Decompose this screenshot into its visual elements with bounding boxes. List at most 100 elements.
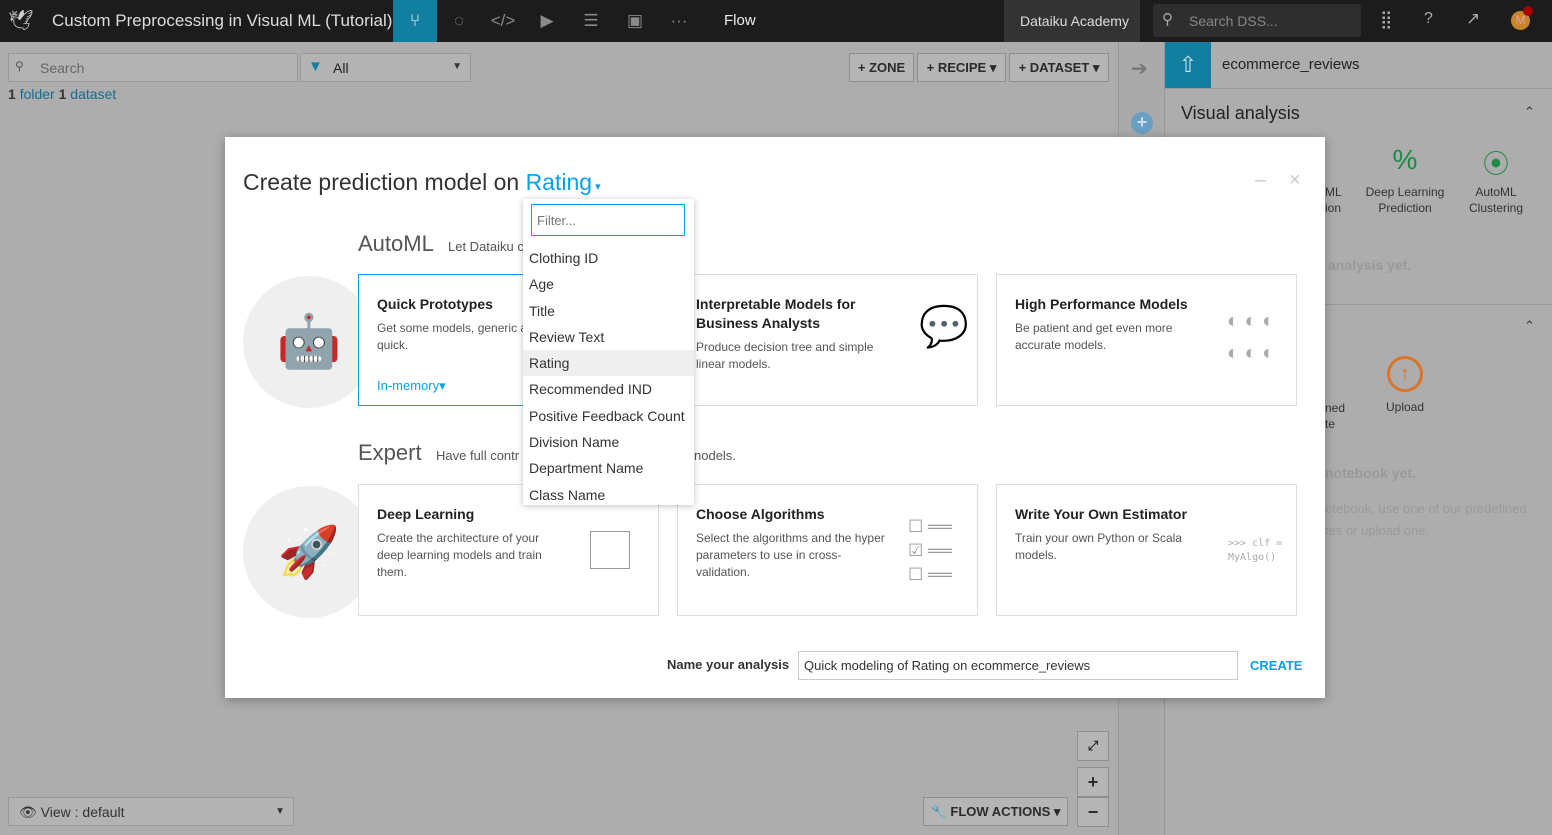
analysis-name-input[interactable] bbox=[798, 651, 1238, 680]
flow-filter-select[interactable]: ▼ All ▼ bbox=[300, 53, 471, 82]
fullscreen-button[interactable]: ⤢ bbox=[1077, 731, 1109, 761]
current-view-label: Flow bbox=[724, 12, 756, 29]
chevron-down-icon: ▼ bbox=[452, 61, 462, 72]
code-snippet: >>> clf = MyAlgo() bbox=[1228, 538, 1283, 563]
automl-illustration: 🤖 bbox=[243, 276, 375, 408]
ml-item-partial[interactable]: ML ion bbox=[1325, 184, 1342, 216]
folder-link[interactable]: folder bbox=[20, 86, 55, 102]
dataset-label: + DATASET bbox=[1018, 60, 1090, 75]
apps-grid-icon[interactable]: ⣿ bbox=[1380, 10, 1392, 30]
global-search-input[interactable]: Search DSS... bbox=[1153, 4, 1361, 37]
item-label: AutoML Clustering bbox=[1468, 185, 1524, 215]
automl-subtitle: Let Dataiku c bbox=[448, 239, 524, 254]
option-item[interactable]: Title bbox=[523, 298, 694, 324]
dataset-type-icon: ⇧ bbox=[1165, 42, 1211, 88]
panel-header-divider bbox=[1165, 88, 1552, 89]
search-icon: ⚲ bbox=[1162, 11, 1173, 28]
card-choose-algorithms[interactable]: Choose Algorithms Select the algorithms … bbox=[677, 484, 978, 616]
help-icon[interactable]: ? bbox=[1424, 10, 1433, 28]
option-item[interactable]: Positive Feedback Count bbox=[523, 403, 694, 429]
clustering-icon: ⦿ bbox=[1482, 149, 1509, 179]
dashboard-icon[interactable]: ▣ bbox=[613, 0, 657, 42]
target-dropdown: Clothing IDAgeTitleReview TextRatingReco… bbox=[523, 199, 694, 505]
no-notebook-text: notebook yet. bbox=[1325, 465, 1417, 481]
activity-icon[interactable]: ↗ bbox=[1466, 9, 1480, 29]
arrow-right-icon[interactable]: ➔ bbox=[1131, 56, 1148, 81]
predefined-item-partial[interactable]: ned te bbox=[1325, 400, 1345, 432]
notification-badge bbox=[1523, 6, 1533, 16]
search-placeholder: Search bbox=[40, 60, 85, 76]
card-write-estimator[interactable]: Write Your Own Estimator Train your own … bbox=[996, 484, 1297, 616]
option-item[interactable]: Department Name bbox=[523, 455, 694, 481]
zoom-out-button[interactable]: − bbox=[1077, 797, 1109, 827]
notebook-hint: otebook, use one of our predefined tes o… bbox=[1325, 501, 1527, 538]
card-title: Write Your Own Estimator bbox=[1015, 506, 1187, 522]
recipes-icon[interactable]: ◌ bbox=[437, 0, 481, 42]
expert-illustration: 🚀 bbox=[243, 486, 375, 618]
jobs-icon[interactable]: ☰ bbox=[569, 0, 613, 42]
engine-value: In-memory bbox=[377, 378, 440, 393]
dataiku-logo-icon[interactable]: 🕊 bbox=[8, 8, 33, 33]
chevron-up-icon[interactable]: ⌃ bbox=[1524, 318, 1535, 334]
automl-clustering-item[interactable]: ⦿ AutoML Clustering bbox=[1458, 144, 1534, 216]
target-select[interactable]: Rating ▾ bbox=[526, 169, 601, 195]
chevron-up-icon[interactable]: ⌃ bbox=[1524, 104, 1535, 120]
name-analysis-label: Name your analysis bbox=[667, 657, 790, 672]
caret-down-icon: ▾ bbox=[592, 181, 601, 193]
deep-learning-prediction-item[interactable]: % Deep Learning Prediction bbox=[1360, 144, 1450, 216]
run-icon[interactable]: ▶ bbox=[525, 0, 569, 42]
zoom-in-button[interactable]: + bbox=[1077, 767, 1109, 797]
target-value: Rating bbox=[525, 169, 593, 195]
item-label: Deep Learning Prediction bbox=[1365, 185, 1445, 215]
option-item[interactable]: Recommended IND bbox=[523, 376, 694, 402]
minimize-button[interactable]: – bbox=[1255, 169, 1266, 192]
dataset-count: 1 bbox=[58, 86, 67, 102]
flow-icon[interactable]: ⑂ bbox=[393, 0, 437, 42]
project-title[interactable]: Custom Preprocessing in Visual ML (Tutor… bbox=[52, 11, 392, 31]
engine-select[interactable]: In-memory▾ bbox=[377, 378, 446, 394]
card-high-performance[interactable]: High Performance Models Be patient and g… bbox=[996, 274, 1297, 406]
upload-notebook-item[interactable]: ↑ Upload bbox=[1378, 356, 1432, 414]
option-item[interactable]: Review Text bbox=[523, 324, 694, 350]
card-desc: Be patient and get even more accurate mo… bbox=[1015, 321, 1173, 352]
code-icon[interactable]: </> bbox=[481, 0, 525, 42]
robot-icon: 🤖 bbox=[276, 313, 342, 371]
search-icon: ⚲ bbox=[15, 59, 24, 73]
option-item[interactable]: Division Name bbox=[523, 429, 694, 455]
instance-label[interactable]: Dataiku Academy bbox=[1004, 0, 1140, 42]
filter-input[interactable] bbox=[531, 204, 685, 236]
dataset-link[interactable]: dataset bbox=[70, 86, 116, 102]
speech-people-icon: 💬 bbox=[919, 305, 969, 349]
plus-circle-icon[interactable]: + bbox=[1131, 112, 1153, 134]
deep-learning-icon: % bbox=[1392, 144, 1418, 175]
add-zone-button[interactable]: + ZONE bbox=[849, 53, 914, 82]
rocket-icon: 🚀 bbox=[277, 524, 341, 580]
flow-search-input[interactable]: ⚲ Search bbox=[8, 53, 298, 82]
no-analysis-text: analysis yet. bbox=[1328, 257, 1412, 273]
card-desc: Produce decision tree and simple linear … bbox=[696, 340, 874, 371]
card-title: Interpretable Models for Business Analys… bbox=[696, 296, 856, 331]
filter-value: All bbox=[333, 60, 349, 76]
modal-title: Create prediction model on Rating ▾ bbox=[243, 169, 601, 196]
automl-heading: AutoML bbox=[358, 231, 434, 256]
flow-summary: 1 folder 1 dataset bbox=[8, 86, 116, 102]
option-item[interactable]: Age bbox=[523, 271, 694, 297]
option-item[interactable]: Clothing ID bbox=[523, 245, 694, 271]
option-item[interactable]: Class Name bbox=[523, 482, 694, 508]
option-list: Clothing ID Age Title Review Text Rating Reco… bbox=[523, 245, 694, 508]
add-recipe-button[interactable]: + RECIPE ▾ bbox=[917, 53, 1006, 82]
close-button[interactable]: × bbox=[1289, 169, 1301, 192]
flow-actions-label: FLOW ACTIONS bbox=[950, 804, 1051, 819]
create-button[interactable]: CREATE bbox=[1250, 658, 1302, 673]
create-prediction-modal: Create prediction model on Rating ▾ – × … bbox=[225, 137, 1325, 698]
filter-icon: ▼ bbox=[308, 58, 323, 75]
option-item[interactable]: Rating bbox=[523, 350, 694, 377]
flow-actions-button[interactable]: 🔧 FLOW ACTIONS ▾ bbox=[923, 797, 1068, 826]
recipe-label: + RECIPE bbox=[926, 60, 987, 75]
view-select[interactable]: 👁 View : default ▼ bbox=[8, 797, 294, 826]
add-dataset-button[interactable]: + DATASET ▾ bbox=[1009, 53, 1109, 82]
card-interpretable-models[interactable]: Interpretable Models for Business Analys… bbox=[677, 274, 978, 406]
more-icon[interactable]: ··· bbox=[657, 0, 701, 42]
wrench-icon: 🔧 bbox=[930, 803, 947, 819]
card-desc: Create the architecture of your deep lea… bbox=[377, 531, 542, 579]
